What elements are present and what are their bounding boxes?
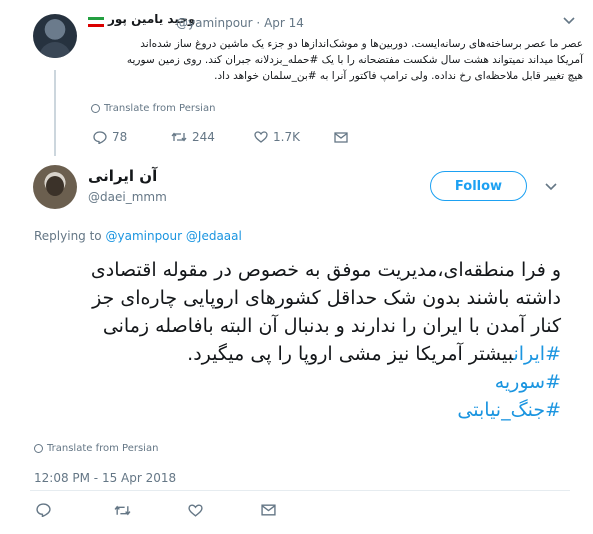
hashtag-line: #جنگ_نیابتی: [30, 396, 561, 424]
hashtag-link[interactable]: #سوریه: [495, 371, 561, 393]
reply-tweet-text: و فرا منطقه‌ای،مدیریت موفق به خصوص در مق…: [30, 256, 561, 424]
tweet-text-line: آمریکا میداند نمیتواند هشت سال شکست مفتض…: [126, 54, 583, 66]
reply-tweet-actions: [36, 503, 276, 517]
reply-button[interactable]: [36, 503, 114, 517]
chevron-down-icon[interactable]: [563, 17, 575, 25]
replying-to: Replying to @yaminpour @Jedaaal: [34, 229, 242, 243]
reply-button[interactable]: 78: [93, 130, 171, 144]
translate-link[interactable]: Translate from Persian: [91, 103, 215, 114]
reply-icon: [36, 503, 51, 517]
retweet-button[interactable]: [114, 504, 188, 517]
replying-prefix: Replying to: [34, 229, 102, 243]
hashtag-link[interactable]: #جنگ_نیابتی: [457, 399, 561, 421]
avatar-figure: [39, 42, 71, 58]
avatar-figure: [46, 176, 64, 196]
envelope-icon: [261, 504, 276, 516]
reply-count: 78: [112, 130, 128, 144]
retweet-count: 244: [192, 130, 215, 144]
quoted-tweet-text: عصر ما عصر برساخته‌های رسانه‌ایست. دوربی…: [93, 36, 583, 84]
translate-link[interactable]: Translate from Persian: [34, 443, 158, 454]
author-name[interactable]: آن ایرانی: [88, 167, 157, 185]
iran-flag-icon: [88, 17, 104, 27]
heart-icon: [188, 503, 203, 517]
dot-separator: ·: [256, 16, 261, 30]
globe-icon: [91, 104, 100, 113]
tweet-date[interactable]: Apr 14: [264, 16, 304, 30]
retweet-button[interactable]: 244: [171, 130, 254, 144]
quoted-tweet-actions: 78 244 1.7K: [93, 130, 348, 144]
avatar-daei-mmm[interactable]: [33, 165, 77, 209]
divider: [30, 490, 570, 491]
reply-icon: [93, 130, 107, 144]
direct-message-button[interactable]: [261, 504, 276, 516]
hashtag-line: #سوریه: [30, 368, 561, 396]
mention-link[interactable]: @yaminpour: [105, 229, 182, 243]
tweet-text-line: هیچ تغییر قابل ملاحظه‌ای رخ نداده. ولی ت…: [214, 70, 583, 82]
tweet-text-line: و فرا منطقه‌ای،مدیریت موفق به خصوص در مق…: [90, 259, 561, 281]
tweet-text-line: کنار آمدن با ایران را ندارند و بدنبال آن…: [102, 315, 561, 337]
envelope-icon: [334, 131, 348, 143]
translate-label: Translate from Persian: [104, 103, 216, 114]
thread-connector-line: [54, 70, 56, 156]
author-handle: @yaminpour: [176, 16, 253, 30]
tweet-text-line: #ایرانبیشتر آمریکا نیز مشی اروپا را پی م…: [30, 340, 561, 368]
tweet-timestamp[interactable]: 12:08 PM - 15 Apr 2018: [34, 471, 176, 485]
author-handle-and-date[interactable]: @yaminpour · Apr 14: [176, 16, 304, 30]
like-button[interactable]: 1.7K: [254, 130, 334, 144]
author-handle[interactable]: @daei_mmm: [88, 190, 167, 204]
retweet-icon: [171, 132, 187, 142]
chevron-down-icon[interactable]: [545, 183, 557, 191]
hashtag-link[interactable]: #ایران: [513, 343, 561, 365]
like-count: 1.7K: [273, 130, 300, 144]
tweet-text-line: عصر ما عصر برساخته‌های رسانه‌ایست. دوربی…: [140, 38, 583, 50]
globe-icon: [34, 444, 43, 453]
like-button[interactable]: [188, 503, 261, 517]
heart-icon: [254, 131, 268, 143]
mention-link[interactable]: @Jedaaal: [186, 229, 242, 243]
tweet-text-line: داشته باشند بدون شک حداقل کشورهای اروپای…: [92, 287, 561, 309]
translate-label: Translate from Persian: [47, 443, 159, 454]
follow-button[interactable]: Follow: [430, 171, 527, 201]
direct-message-button[interactable]: [334, 131, 348, 143]
retweet-icon: [114, 505, 131, 515]
avatar-yaminpour[interactable]: [33, 14, 77, 58]
tweet-text-fragment: بیشتر آمریکا نیز مشی اروپا را پی میگیرد.: [187, 343, 514, 365]
